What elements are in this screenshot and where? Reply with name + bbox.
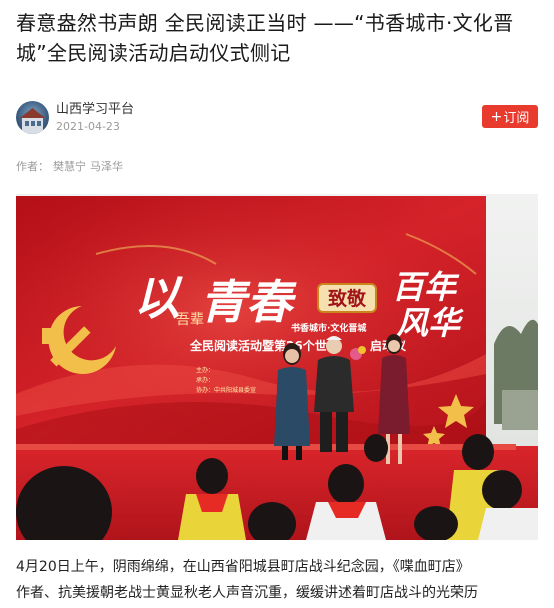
byline: 作者： 樊慧宁 马泽华 [16,158,127,174]
byline-label: 作者： [16,160,49,173]
banner-main-text: 全民阅读活动暨第26个世界 [189,338,339,353]
article-photo[interactable]: 以 吾辈 青春 致敬 百年 风华 书香城市·文化晋城 全民阅读活动暨第26个世界… [16,194,538,540]
publisher-name[interactable]: 山西学习平台 [56,101,134,119]
banner-subtitle: 书香城市·文化晋城 [291,322,366,334]
banner-text-youth: 青春 [200,275,297,329]
article-body: 4月20日上午，阴雨绵绵，在山西省阳城县町店战斗纪念园，《喋血町店》 作者、抗美… [16,554,542,606]
banner-host: 主办： [196,366,214,374]
banner-text-glory: 风华 [396,304,464,342]
body-line-2: 作者、抗美援朝老战士黄显秋老人声音沉重，缓缓讲述着町店战斗的光荣历 [16,585,478,601]
byline-author: 马泽华 [90,160,123,173]
article-title: 春意盎然书声朗 全民阅读正当时 ——“书香城市·文化晋城”全民阅读活动启动仪式侧… [16,11,514,65]
body-text: 上午，阴雨绵绵，在山西省阳城县町店战斗纪念园，《喋血町店》 [70,559,470,575]
publisher-row: 山西学习平台 2021-04-23 + 订阅 [16,100,538,136]
banner-coorganizer: 协办：中共阳城县委宣 [196,386,256,394]
publisher-avatar[interactable] [16,101,49,134]
publish-date: 2021-04-23 [56,120,120,133]
banner-undertake: 承办： [196,376,214,384]
byline-author: 樊慧宁 [53,160,86,173]
subscribe-button[interactable]: + 订阅 [482,105,538,128]
avatar-image-icon [20,108,45,134]
banner-text-century: 百年 [392,268,460,306]
body-date: 4月20日 [16,559,71,575]
event-photo: 以 吾辈 青春 致敬 百年 风华 书香城市·文化晋城 全民阅读活动暨第26个世界… [16,194,538,540]
body-line-1: 4月20日上午，阴雨绵绵，在山西省阳城县町店战斗纪念园，《喋血町店》 [16,554,542,580]
banner-text-salute: 致敬 [328,287,367,310]
plus-icon: + [490,108,503,125]
subscribe-label: 订阅 [503,111,530,126]
